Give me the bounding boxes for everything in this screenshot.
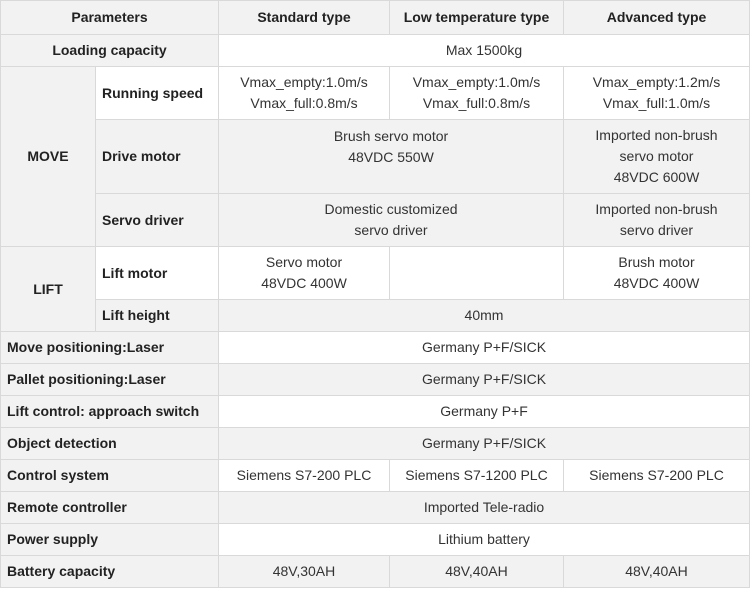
header-advanced-type: Advanced type (563, 0, 750, 35)
line: Vmax_empty:1.2m/s (592, 74, 721, 90)
line: 48VDC 400W (261, 275, 347, 291)
row-label-move-positioning: Move positioning:Laser (0, 331, 219, 364)
row-label-lift-motor: Lift motor (95, 246, 219, 300)
value-loading-capacity: Max 1500kg (218, 34, 750, 67)
line: 48VDC 550W (348, 149, 434, 165)
value-battery-capacity-low-temp: 48V,40AH (389, 555, 564, 588)
header-standard-type: Standard type (218, 0, 390, 35)
value-running-speed-advanced: Vmax_empty:1.2m/s Vmax_full:1.0m/s (563, 66, 750, 120)
table-row: Pallet positioning:Laser Germany P+F/SIC… (0, 363, 750, 396)
value-battery-capacity-standard: 48V,30AH (218, 555, 390, 588)
group-label-move: MOVE (0, 66, 96, 247)
value-running-speed-standard: Vmax_empty:1.0m/s Vmax_full:0.8m/s (218, 66, 390, 120)
table-row: MOVE Running speed Vmax_empty:1.0m/s Vma… (0, 66, 750, 247)
value-object-detection: Germany P+F/SICK (218, 427, 750, 460)
row-label-remote-controller: Remote controller (0, 491, 219, 524)
spec-table: Parameters Standard type Low temperature… (0, 0, 750, 588)
row-label-loading-capacity: Loading capacity (0, 34, 219, 67)
line: servo driver (619, 222, 694, 238)
row-label-drive-motor: Drive motor (95, 119, 219, 194)
line: Imported non-brush (595, 201, 718, 217)
row-label-control-system: Control system (0, 459, 219, 492)
row-label-pallet-positioning: Pallet positioning:Laser (0, 363, 219, 396)
header-parameters: Parameters (0, 0, 219, 35)
line: Vmax_empty:1.0m/s (412, 74, 541, 90)
value-lift-height: 40mm (218, 299, 750, 332)
row-label-running-speed: Running speed (95, 66, 219, 120)
table-row: Object detection Germany P+F/SICK (0, 427, 750, 460)
table-row: Loading capacity Max 1500kg (0, 34, 750, 67)
value-pallet-positioning: Germany P+F/SICK (218, 363, 750, 396)
header-row: Parameters Standard type Low temperature… (0, 0, 750, 35)
value-lift-motor-low-temp (389, 246, 564, 300)
line: Brush servo motor (333, 128, 449, 144)
line: Servo motor (265, 254, 343, 270)
row-label-object-detection: Object detection (0, 427, 219, 460)
table-row: Control system Siemens S7-200 PLC Siemen… (0, 459, 750, 492)
line: servo driver (354, 222, 428, 238)
table-row: Drive motor Brush servo motor 48VDC 550W… (0, 119, 750, 194)
line: Imported non-brush (595, 127, 718, 143)
value-remote-controller: Imported Tele-radio (218, 491, 750, 524)
table-row: Move positioning:Laser Germany P+F/SICK (0, 331, 750, 364)
value-servo-driver-standard-low: Domestic customized servo driver (218, 193, 564, 247)
table-row: Remote controller Imported Tele-radio (0, 491, 750, 524)
table-row: Lift control: approach switch Germany P+… (0, 395, 750, 428)
line: Brush motor (618, 254, 695, 270)
line: Vmax_full:0.8m/s (422, 95, 531, 111)
value-drive-motor-standard-low: Brush servo motor 48VDC 550W (218, 119, 564, 194)
line: 48VDC 400W (613, 275, 700, 291)
value-running-speed-low-temp: Vmax_empty:1.0m/s Vmax_full:0.8m/s (389, 66, 564, 120)
line: Vmax_empty:1.0m/s (240, 74, 368, 90)
table-row: Servo driver Domestic customized servo d… (0, 193, 750, 247)
value-lift-control: Germany P+F (218, 395, 750, 428)
row-label-battery-capacity: Battery capacity (0, 555, 219, 588)
header-low-temperature-type: Low temperature type (389, 0, 564, 35)
table-row: LIFT Lift motor Servo motor 48VDC 400W B… (0, 246, 750, 332)
value-drive-motor-advanced: Imported non-brush servo motor 48VDC 600… (563, 119, 750, 194)
value-lift-motor-advanced: Brush motor 48VDC 400W (563, 246, 750, 300)
value-move-positioning: Germany P+F/SICK (218, 331, 750, 364)
line: Domestic customized (324, 201, 458, 217)
group-label-lift: LIFT (0, 246, 96, 332)
value-control-system-low-temp: Siemens S7-1200 PLC (389, 459, 564, 492)
line: Vmax_full:1.0m/s (602, 95, 711, 111)
row-label-servo-driver: Servo driver (95, 193, 219, 247)
value-control-system-advanced: Siemens S7-200 PLC (563, 459, 750, 492)
table-row: Lift height 40mm (0, 299, 750, 332)
value-control-system-standard: Siemens S7-200 PLC (218, 459, 390, 492)
value-power-supply: Lithium battery (218, 523, 750, 556)
value-servo-driver-advanced: Imported non-brush servo driver (563, 193, 750, 247)
line: Vmax_full:0.8m/s (250, 95, 358, 111)
row-label-lift-height: Lift height (95, 299, 219, 332)
row-label-power-supply: Power supply (0, 523, 219, 556)
line: servo motor (619, 148, 694, 164)
value-battery-capacity-advanced: 48V,40AH (563, 555, 750, 588)
line: 48VDC 600W (613, 169, 700, 185)
value-lift-motor-standard: Servo motor 48VDC 400W (218, 246, 390, 300)
row-label-lift-control: Lift control: approach switch (0, 395, 219, 428)
table-row: Power supply Lithium battery (0, 523, 750, 556)
table-row: Battery capacity 48V,30AH 48V,40AH 48V,4… (0, 555, 750, 588)
